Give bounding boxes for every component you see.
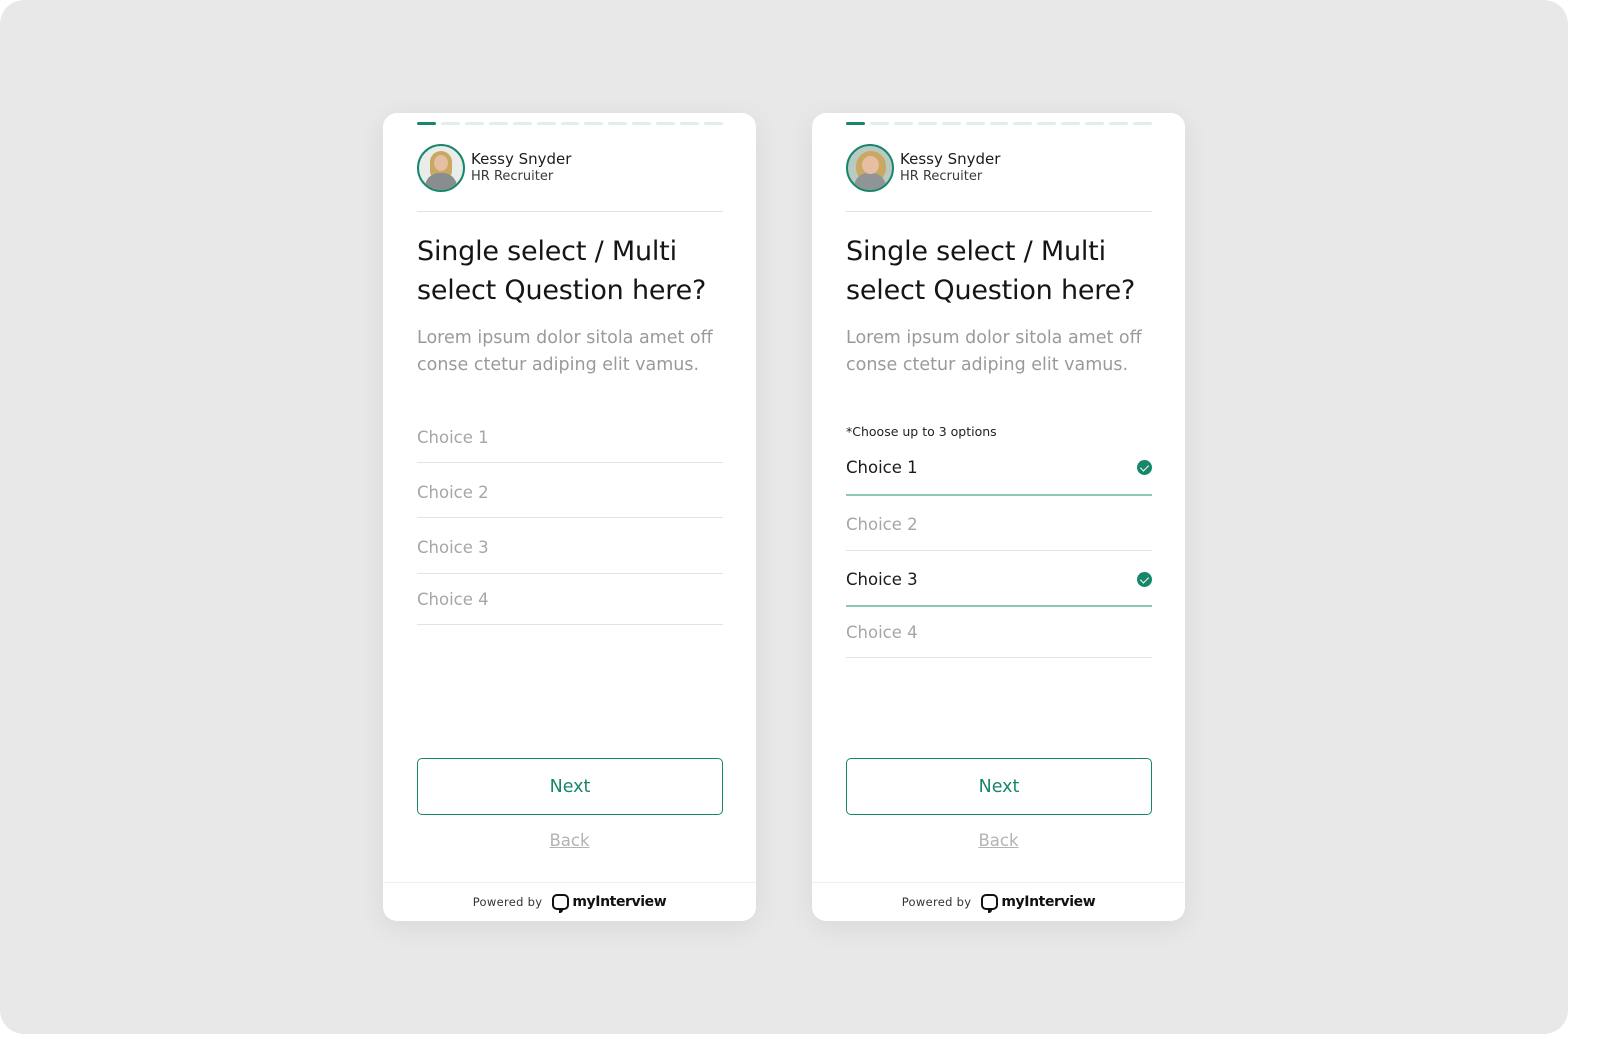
choice-option-2[interactable]: Choice 2 <box>417 463 723 518</box>
progress-segment <box>989 122 1009 125</box>
footer: Powered by myInterview <box>383 882 756 921</box>
choice-label: Choice 2 <box>417 482 489 502</box>
recruiter-name: Kessy Snyder <box>471 150 572 168</box>
back-link[interactable]: Back <box>978 831 1018 850</box>
footer: Powered by myInterview <box>812 882 1185 921</box>
recruiter-info: Kessy Snyder HR Recruiter <box>846 144 1000 192</box>
progress-segment <box>417 122 436 125</box>
recruiter-role: HR Recruiter <box>900 169 983 184</box>
progress-segment <box>893 122 913 125</box>
choice-list: Choice 1 Choice 2 Choice 3 Choice 4 <box>417 412 723 625</box>
header-divider <box>846 211 1152 212</box>
avatar <box>846 144 894 192</box>
progress-segment <box>941 122 961 125</box>
choice-label: Choice 1 <box>846 457 918 477</box>
question-card-single-select: Kessy Snyder HR Recruiter Single select … <box>383 113 756 921</box>
choice-option-2[interactable]: Choice 2 <box>846 496 1152 551</box>
next-button[interactable]: Next <box>846 758 1152 815</box>
powered-by-label: Powered by <box>901 895 972 909</box>
question-title: Single select / Multi select Question he… <box>417 236 707 306</box>
speech-bubble-icon <box>981 894 999 913</box>
progress-segment <box>1061 122 1081 125</box>
progress-segment <box>464 122 484 125</box>
choice-option-1[interactable]: Choice 1 <box>417 412 723 463</box>
brand-logo: myInterview <box>981 894 1096 913</box>
progress-segment <box>846 122 865 125</box>
brand-name: myInterview <box>572 894 667 910</box>
choice-label: Choice 4 <box>417 589 489 609</box>
powered-by-label: Powered by <box>472 895 543 909</box>
progress-segment <box>656 122 676 125</box>
choice-option-3[interactable]: Choice 3 <box>417 518 723 574</box>
question-card-multi-select: Kessy Snyder HR Recruiter Single select … <box>812 113 1185 921</box>
progress-segment <box>632 122 652 125</box>
choice-option-4[interactable]: Choice 4 <box>846 607 1152 658</box>
progress-segment <box>440 122 460 125</box>
progress-segment <box>1085 122 1105 125</box>
header-divider <box>417 211 723 212</box>
question-description: Lorem ipsum dolor sitola amet off conse … <box>846 328 1142 375</box>
recruiter-name: Kessy Snyder <box>900 150 1001 168</box>
progress-segment <box>917 122 937 125</box>
progress-segment <box>536 122 556 125</box>
selection-hint: *Choose up to 3 options <box>846 424 997 439</box>
progress-segment <box>704 122 723 125</box>
recruiter-role: HR Recruiter <box>471 169 554 184</box>
progress-segment <box>584 122 604 125</box>
choice-label: Choice 3 <box>846 570 918 589</box>
progress-segment <box>512 122 532 125</box>
progress-segment <box>608 122 628 125</box>
brand-logo: myInterview <box>552 894 667 913</box>
progress-segment <box>965 122 985 125</box>
progress-segment <box>560 122 580 125</box>
choice-list: Choice 1 Choice 2 Choice 3 Choice 4 <box>846 444 1152 658</box>
choice-option-1[interactable]: Choice 1 <box>846 444 1152 496</box>
check-circle-icon <box>1137 459 1152 475</box>
progress-segment <box>488 122 508 125</box>
question-title: Single select / Multi select Question he… <box>846 236 1136 306</box>
progress-segment <box>1109 122 1129 125</box>
next-button[interactable]: Next <box>417 758 723 815</box>
avatar <box>417 144 465 192</box>
check-circle-icon <box>1137 572 1152 587</box>
choice-option-4[interactable]: Choice 4 <box>417 574 723 625</box>
step-progress-bar <box>417 122 723 125</box>
progress-segment <box>1037 122 1057 125</box>
choice-label: Choice 4 <box>846 622 918 642</box>
question-description: Lorem ipsum dolor sitola amet off conse … <box>417 328 713 375</box>
choice-option-3[interactable]: Choice 3 <box>846 551 1152 607</box>
choice-label: Choice 1 <box>417 427 489 447</box>
choice-label: Choice 2 <box>846 514 918 534</box>
progress-segment <box>680 122 700 125</box>
progress-segment <box>1013 122 1033 125</box>
brand-name: myInterview <box>1001 894 1096 910</box>
recruiter-info: Kessy Snyder HR Recruiter <box>417 144 571 192</box>
progress-segment <box>869 122 889 125</box>
choice-label: Choice 3 <box>417 538 489 557</box>
back-link[interactable]: Back <box>549 831 589 850</box>
speech-bubble-icon <box>552 894 570 913</box>
step-progress-bar <box>846 122 1152 125</box>
progress-segment <box>1133 122 1152 125</box>
background-canvas <box>0 0 1568 1034</box>
